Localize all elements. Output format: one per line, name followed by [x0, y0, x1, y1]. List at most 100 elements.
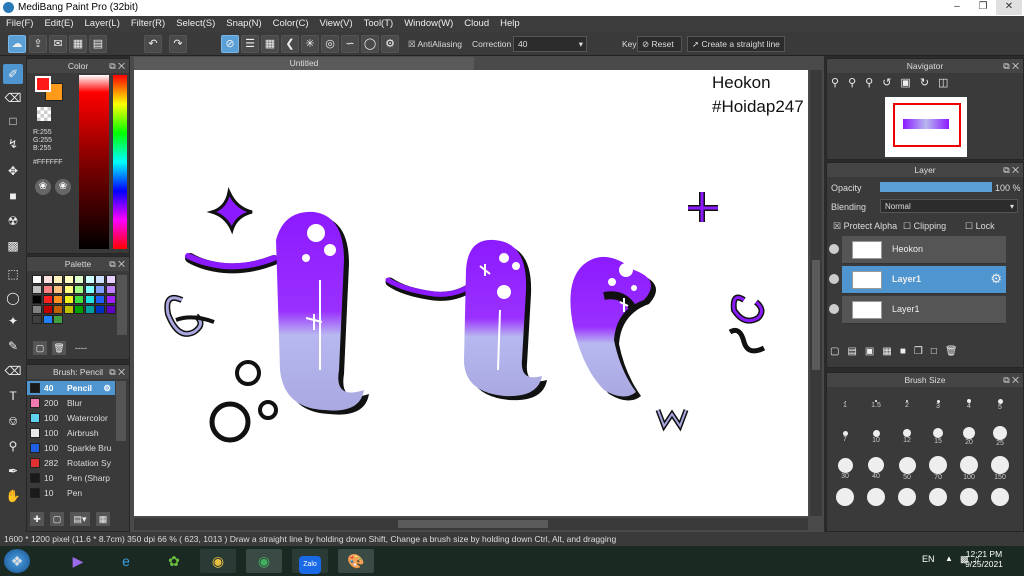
snap-grid-icon[interactable]: ▦ [261, 35, 279, 53]
palette-swatch[interactable] [74, 305, 84, 314]
zoom-fit-icon[interactable]: ⚲ [831, 77, 848, 89]
brush-size-option[interactable]: 3 [924, 391, 952, 419]
lasso-select-tool-icon[interactable]: ◯ [3, 288, 23, 308]
rect-select-tool-icon[interactable]: □ [3, 111, 23, 131]
clipping-checkbox[interactable]: ☐ Clipping [903, 221, 946, 232]
brush-item-airbrush[interactable]: 100 Airbrush [27, 426, 115, 440]
palette-swatch[interactable] [84, 305, 95, 314]
palette-swatch[interactable] [95, 305, 105, 314]
text-tool-icon[interactable]: T [3, 386, 23, 406]
add-palette-icon[interactable]: ▢ [33, 341, 47, 355]
palette-swatch[interactable] [74, 285, 84, 294]
menu-tool[interactable]: Tool(T) [358, 16, 399, 29]
straight-line-button[interactable]: ➚ Create a straight line [687, 36, 785, 52]
brush-size-option[interactable]: 5 [986, 391, 1014, 419]
foreground-color-swatch[interactable] [35, 76, 51, 92]
lasso-tool-icon[interactable]: ↯ [3, 134, 23, 154]
merge-layer-icon[interactable]: □ [931, 346, 945, 357]
palette-swatch[interactable] [53, 285, 63, 294]
brush-size-option[interactable]: 30 [831, 455, 859, 483]
menu-view[interactable]: View(V) [314, 16, 358, 29]
brush-item-sparkle[interactable]: 100 Sparkle Bru [27, 441, 115, 455]
protect-alpha-checkbox[interactable]: ☒ Protect Alpha [833, 221, 897, 232]
palette-swatch[interactable] [53, 275, 63, 284]
brush-settings-icon[interactable]: ▦ [96, 512, 110, 526]
gear-icon[interactable]: ⚙ [990, 271, 1002, 287]
brush-size-option[interactable]: 12 [893, 423, 921, 451]
drawing-canvas[interactable]: Heokon #Hoidap247 [134, 70, 808, 516]
layer-row-heokon[interactable]: Heokon [842, 236, 1006, 264]
menu-help[interactable]: Help [494, 16, 525, 29]
close-icon[interactable]: ⧉ ✕ [109, 365, 125, 379]
visual-studio-icon[interactable]: ▶ [60, 549, 96, 573]
eye-icon[interactable] [829, 304, 839, 314]
bucket-tool-icon[interactable]: ☢ [3, 211, 23, 231]
fill-rect-tool-icon[interactable]: ■ [3, 186, 23, 206]
snap-settings-icon[interactable]: ⚙ [381, 35, 399, 53]
palette-swatch[interactable] [105, 305, 116, 314]
new-halftone-layer-icon[interactable]: ▤ [847, 346, 864, 357]
close-icon[interactable]: ⧉ ✕ [1003, 163, 1019, 177]
brush-item-pen[interactable]: 10 Pen [27, 486, 115, 500]
brush-size-option[interactable]: 10 [862, 423, 890, 451]
menu-file[interactable]: File(F) [0, 16, 38, 29]
gradient-tool-icon[interactable]: ▩ [3, 236, 23, 256]
coccoc-icon[interactable]: ✿ [156, 549, 192, 573]
fit-window-icon[interactable]: ▣ [900, 77, 919, 89]
chrome-canary-icon[interactable]: ◉ [246, 549, 282, 573]
start-button[interactable]: ❖ [4, 549, 30, 573]
zalo-icon[interactable]: Zalo [292, 549, 328, 574]
medibang-icon[interactable]: 🎨 [338, 549, 374, 573]
palette-swatch[interactable] [42, 295, 53, 304]
export-icon[interactable]: ▤ [89, 35, 107, 53]
horizontal-scrollbar[interactable] [134, 518, 808, 530]
snap-parallel-icon[interactable]: ☰ [241, 35, 259, 53]
layer-row-layer1-selected[interactable]: Layer1 ⚙ [842, 266, 1006, 294]
select-pen-tool-icon[interactable]: ✎ [3, 336, 23, 356]
menu-cloud[interactable]: Cloud [458, 16, 494, 29]
color-shade-picker[interactable] [79, 75, 109, 249]
menu-snap[interactable]: Snap(N) [220, 16, 266, 29]
lock-checkbox[interactable]: ☐ Lock [965, 221, 995, 232]
antialiasing-checkbox[interactable]: ☒ AntiAliasing [408, 39, 462, 50]
blending-select[interactable]: Normal ▾ [880, 199, 1018, 213]
clock[interactable]: 12:21 PM 9/25/2021 [964, 549, 1004, 569]
palette-scrollbar[interactable] [117, 275, 127, 335]
gear-icon[interactable]: ⚙ [103, 381, 111, 395]
brush-item-pen-sharp[interactable]: 10 Pen (Sharp [27, 471, 115, 485]
reset-button[interactable]: ⊘ Reset [637, 36, 682, 52]
brush-size-option[interactable]: 2 [893, 391, 921, 419]
palette-swatch[interactable] [84, 295, 95, 304]
close-icon[interactable]: ⧉ ✕ [109, 257, 125, 271]
palette-wheel-icon[interactable]: ❀ [35, 179, 51, 195]
menu-edit[interactable]: Edit(E) [38, 16, 78, 29]
brush-item-watercolor[interactable]: 100 Watercolor [27, 411, 115, 425]
brush-item-pencil[interactable]: 40 Pencil ⚙ [27, 381, 115, 395]
move-tool-icon[interactable]: ✥ [3, 161, 23, 181]
brush-size-option[interactable]: 15 [924, 423, 952, 451]
brush-size-option[interactable]: 40 [862, 455, 890, 483]
palette-swatch[interactable] [32, 295, 42, 304]
brush-size-option[interactable] [924, 487, 952, 515]
transparent-swatch[interactable] [37, 107, 51, 121]
palette-swatch[interactable] [53, 305, 63, 314]
save-icon[interactable]: ▦ [69, 35, 87, 53]
new-brush-icon[interactable]: ▢ [50, 512, 64, 526]
brush-item-rotation[interactable]: 282 Rotation Sy [27, 456, 115, 470]
close-icon[interactable]: ⧉ ✕ [109, 59, 125, 73]
maximize-button[interactable]: ❐ [970, 0, 996, 15]
menu-color[interactable]: Color(C) [267, 16, 314, 29]
brush-tool-icon[interactable]: ✐ [3, 64, 23, 84]
share-icon[interactable]: ⇪ [29, 35, 47, 53]
brush-size-option[interactable]: 25 [986, 423, 1014, 451]
delete-layer-icon[interactable]: 🗑 [945, 346, 966, 357]
brush-size-option[interactable] [862, 487, 890, 515]
palette-swatch[interactable] [95, 285, 105, 294]
snap-off-icon[interactable]: ⊘ [221, 35, 239, 53]
menu-window[interactable]: Window(W) [398, 16, 458, 29]
palette-swatch[interactable] [95, 275, 105, 284]
layer-menu-icon[interactable]: ▦ [882, 346, 899, 357]
brush-size-option[interactable]: 7 [831, 423, 859, 451]
palette-swatch[interactable] [63, 285, 74, 294]
palette-swatch[interactable] [74, 295, 84, 304]
